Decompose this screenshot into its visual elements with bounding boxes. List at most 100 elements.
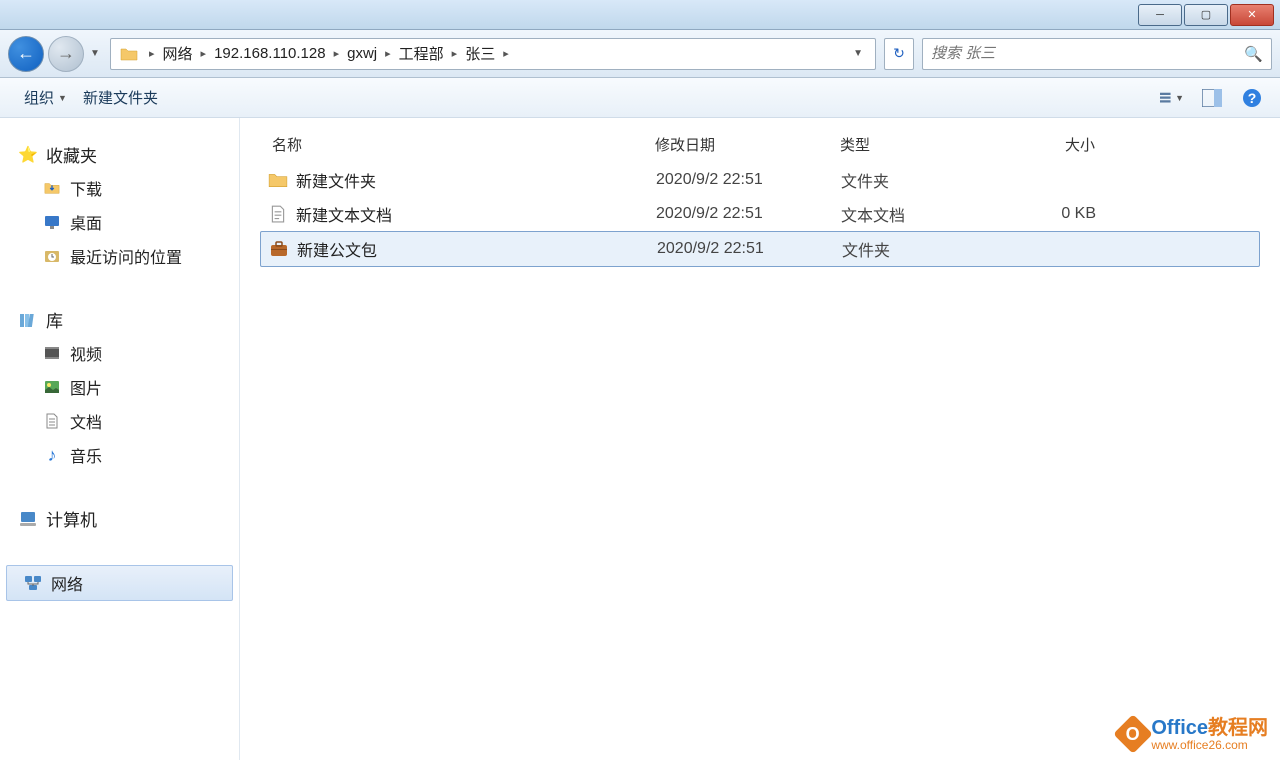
sidebar-header-label: 网络 [51,571,83,595]
chevron-right-icon: ▸ [379,47,397,60]
svg-text:?: ? [1248,90,1257,106]
chevron-down-icon: ▼ [1175,93,1184,103]
sidebar-header-label: 收藏夹 [46,142,97,167]
chevron-down-icon: ▼ [58,93,67,103]
refresh-button[interactable]: ↻ [884,38,914,70]
file-date: 2020/9/2 22:51 [656,205,841,223]
breadcrumb-item[interactable]: 张三 [463,43,497,64]
sidebar-group-network: 网络 [0,565,239,601]
chevron-right-icon: ▸ [143,47,161,60]
sidebar-group-favorites: ⭐ 收藏夹 下载 桌面 最近访问的位置 [0,138,239,273]
view-options-button[interactable]: ▼ [1160,86,1184,110]
sidebar-header-label: 库 [46,307,63,332]
maximize-button[interactable]: ▢ [1184,4,1228,26]
chevron-right-icon: ▸ [497,47,515,60]
column-headers: 名称 修改日期 类型 大小 [260,126,1260,163]
sidebar-header-favorites[interactable]: ⭐ 收藏夹 [0,138,239,171]
new-folder-button[interactable]: 新建文件夹 [75,83,166,112]
watermark-title-2: 教程网 [1208,717,1268,739]
file-row[interactable]: 新建公文包 2020/9/2 22:51 文件夹 [260,231,1260,267]
music-icon: ♪ [42,445,62,465]
sidebar-header-libraries[interactable]: 库 [0,303,239,336]
chevron-right-icon: ▸ [328,47,346,60]
folder-icon [119,44,139,64]
sidebar-item-label: 视频 [70,341,102,365]
breadcrumb-item[interactable]: 192.168.110.128 [212,45,328,62]
sidebar-item-label: 文档 [70,409,102,433]
chevron-right-icon: ▸ [446,47,464,60]
column-header-type[interactable]: 类型 [840,134,1015,155]
column-header-size[interactable]: 大小 [1015,134,1115,155]
watermark-title-1: Office [1151,717,1208,739]
close-button[interactable]: ✕ [1230,4,1274,26]
minimize-button[interactable]: ─ [1138,4,1182,26]
sidebar-group-computer: 计算机 [0,502,239,535]
search-input[interactable] [931,45,1244,62]
computer-icon [18,509,38,529]
file-type: 文件夹 [842,237,1017,261]
text-file-icon [266,204,290,224]
column-header-date[interactable]: 修改日期 [655,134,840,155]
column-header-name[interactable]: 名称 [260,134,655,155]
star-icon: ⭐ [18,145,38,165]
file-row[interactable]: 新建文本文档 2020/9/2 22:51 文本文档 0 KB [260,197,1260,231]
sidebar-header-computer[interactable]: 计算机 [0,502,239,535]
window-titlebar: ─ ▢ ✕ [0,0,1280,30]
file-type: 文件夹 [841,168,1016,192]
breadcrumb-dropdown[interactable]: ▼ [845,48,871,59]
sidebar-item-downloads[interactable]: 下载 [0,171,239,205]
file-date: 2020/9/2 22:51 [657,240,842,258]
sidebar-item-label: 最近访问的位置 [70,244,182,268]
watermark-icon: O [1114,715,1154,755]
folder-icon [266,170,290,190]
desktop-icon [42,212,62,232]
watermark-url: www.office26.com [1151,739,1268,752]
navigation-bar: ← → ▼ ▸ 网络 ▸ 192.168.110.128 ▸ gxwj ▸ 工程… [0,30,1280,78]
arrow-right-icon: → [57,43,75,64]
sidebar-item-music[interactable]: ♪ 音乐 [0,438,239,472]
sidebar: ⭐ 收藏夹 下载 桌面 最近访问的位置 库 视频 [0,118,240,760]
breadcrumb-item[interactable]: gxwj [345,45,379,62]
sidebar-item-label: 桌面 [70,210,102,234]
file-list: 名称 修改日期 类型 大小 新建文件夹 2020/9/2 22:51 文件夹 新… [240,118,1280,760]
search-box[interactable]: 🔍 [922,38,1272,70]
preview-pane-button[interactable] [1200,86,1224,110]
network-icon [23,573,43,593]
breadcrumb-item[interactable]: 工程部 [397,43,446,64]
watermark: O Office教程网 www.office26.com [1119,717,1268,752]
sidebar-item-documents[interactable]: 文档 [0,404,239,438]
new-folder-label: 新建文件夹 [83,87,158,108]
sidebar-item-pictures[interactable]: 图片 [0,370,239,404]
search-icon[interactable]: 🔍 [1244,45,1263,63]
sidebar-item-label: 下载 [70,176,102,200]
organize-menu[interactable]: 组织 ▼ [16,83,75,112]
sidebar-header-network[interactable]: 网络 [6,565,233,601]
history-dropdown[interactable]: ▼ [88,36,102,72]
sidebar-header-label: 计算机 [46,506,97,531]
library-icon [18,310,38,330]
sidebar-item-videos[interactable]: 视频 [0,336,239,370]
file-name: 新建文本文档 [296,202,656,226]
forward-button[interactable]: → [48,36,84,72]
back-button[interactable]: ← [8,36,44,72]
sidebar-item-label: 图片 [70,375,102,399]
video-icon [42,343,62,363]
help-button[interactable]: ? [1240,86,1264,110]
briefcase-icon [267,239,291,259]
breadcrumb[interactable]: ▸ 网络 ▸ 192.168.110.128 ▸ gxwj ▸ 工程部 ▸ 张三… [110,38,876,70]
file-name: 新建公文包 [297,237,657,261]
recent-icon [42,246,62,266]
file-date: 2020/9/2 22:51 [656,171,841,189]
download-icon [42,178,62,198]
refresh-icon: ↻ [893,45,905,62]
file-row[interactable]: 新建文件夹 2020/9/2 22:51 文件夹 [260,163,1260,197]
sidebar-item-desktop[interactable]: 桌面 [0,205,239,239]
sidebar-item-label: 音乐 [70,443,102,467]
sidebar-group-libraries: 库 视频 图片 文档 ♪ 音乐 [0,303,239,472]
chevron-right-icon: ▸ [195,47,213,60]
file-type: 文本文档 [841,202,1016,226]
main-area: ⭐ 收藏夹 下载 桌面 最近访问的位置 库 视频 [0,118,1280,760]
file-size: 0 KB [1016,205,1116,223]
sidebar-item-recent[interactable]: 最近访问的位置 [0,239,239,273]
breadcrumb-item[interactable]: 网络 [161,43,195,64]
